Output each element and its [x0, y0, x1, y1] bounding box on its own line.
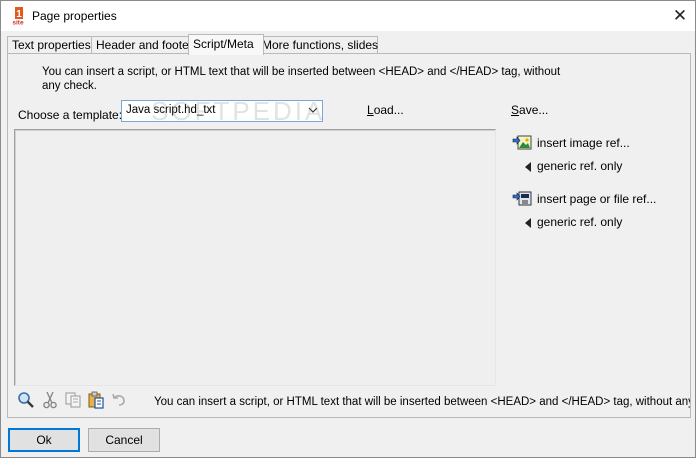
cancel-button[interactable]: Cancel [88, 428, 160, 452]
insert-image-generic-ref-option[interactable]: generic ref. only [525, 159, 622, 173]
template-select-value: Java script.hd_txt [126, 104, 216, 116]
page-file-icon [512, 191, 532, 206]
copy-icon[interactable] [64, 391, 82, 409]
tab-header-and-footer[interactable]: Header and footer [91, 36, 193, 54]
tab-text-properties[interactable]: Text properties [7, 36, 95, 54]
triangle-left-icon [525, 161, 531, 172]
svg-text:1: 1 [16, 9, 22, 20]
triangle-left-icon [525, 217, 531, 228]
cut-icon[interactable] [41, 391, 59, 409]
window-title: Page properties [32, 9, 117, 23]
status-text: You can insert a script, or HTML text th… [154, 396, 690, 408]
script-editor[interactable] [14, 129, 496, 386]
load-button[interactable]: Load... [367, 103, 404, 117]
search-icon[interactable] [17, 391, 35, 409]
close-icon: ✕ [672, 6, 688, 25]
insert-page-generic-label: generic ref. only [537, 215, 623, 229]
tab-more-functions-slides[interactable]: More functions, slides [257, 36, 378, 54]
insert-page-or-file-ref-link[interactable]: insert page or file ref... [537, 192, 656, 206]
page-properties-dialog: 1 site Page properties ✕ Text properties… [0, 0, 696, 458]
template-label: Choose a template: [18, 108, 123, 122]
template-select[interactable]: Java script.hd_txt [121, 100, 323, 122]
paste-icon[interactable] [87, 391, 105, 409]
insert-image-ref-link[interactable]: insert image ref... [537, 136, 630, 150]
image-icon [512, 135, 532, 150]
insert-image-generic-label: generic ref. only [537, 159, 623, 173]
app-logo-icon: 1 site [12, 7, 24, 26]
insert-page-generic-ref-option[interactable]: generic ref. only [525, 215, 622, 229]
tab-script-meta[interactable]: Script/Meta [188, 34, 264, 55]
app-logo-text: site [12, 20, 24, 26]
info-text: You can insert a script, or HTML text th… [42, 66, 561, 92]
close-button[interactable]: ✕ [665, 1, 695, 31]
undo-icon[interactable] [110, 391, 128, 409]
ok-button[interactable]: Ok [8, 428, 80, 452]
title-bar: 1 site Page properties ✕ [1, 1, 695, 31]
save-button[interactable]: Save... [511, 103, 548, 117]
chevron-down-icon [308, 107, 318, 113]
save-label: Save... [511, 103, 549, 117]
load-label: Load... [367, 103, 404, 117]
